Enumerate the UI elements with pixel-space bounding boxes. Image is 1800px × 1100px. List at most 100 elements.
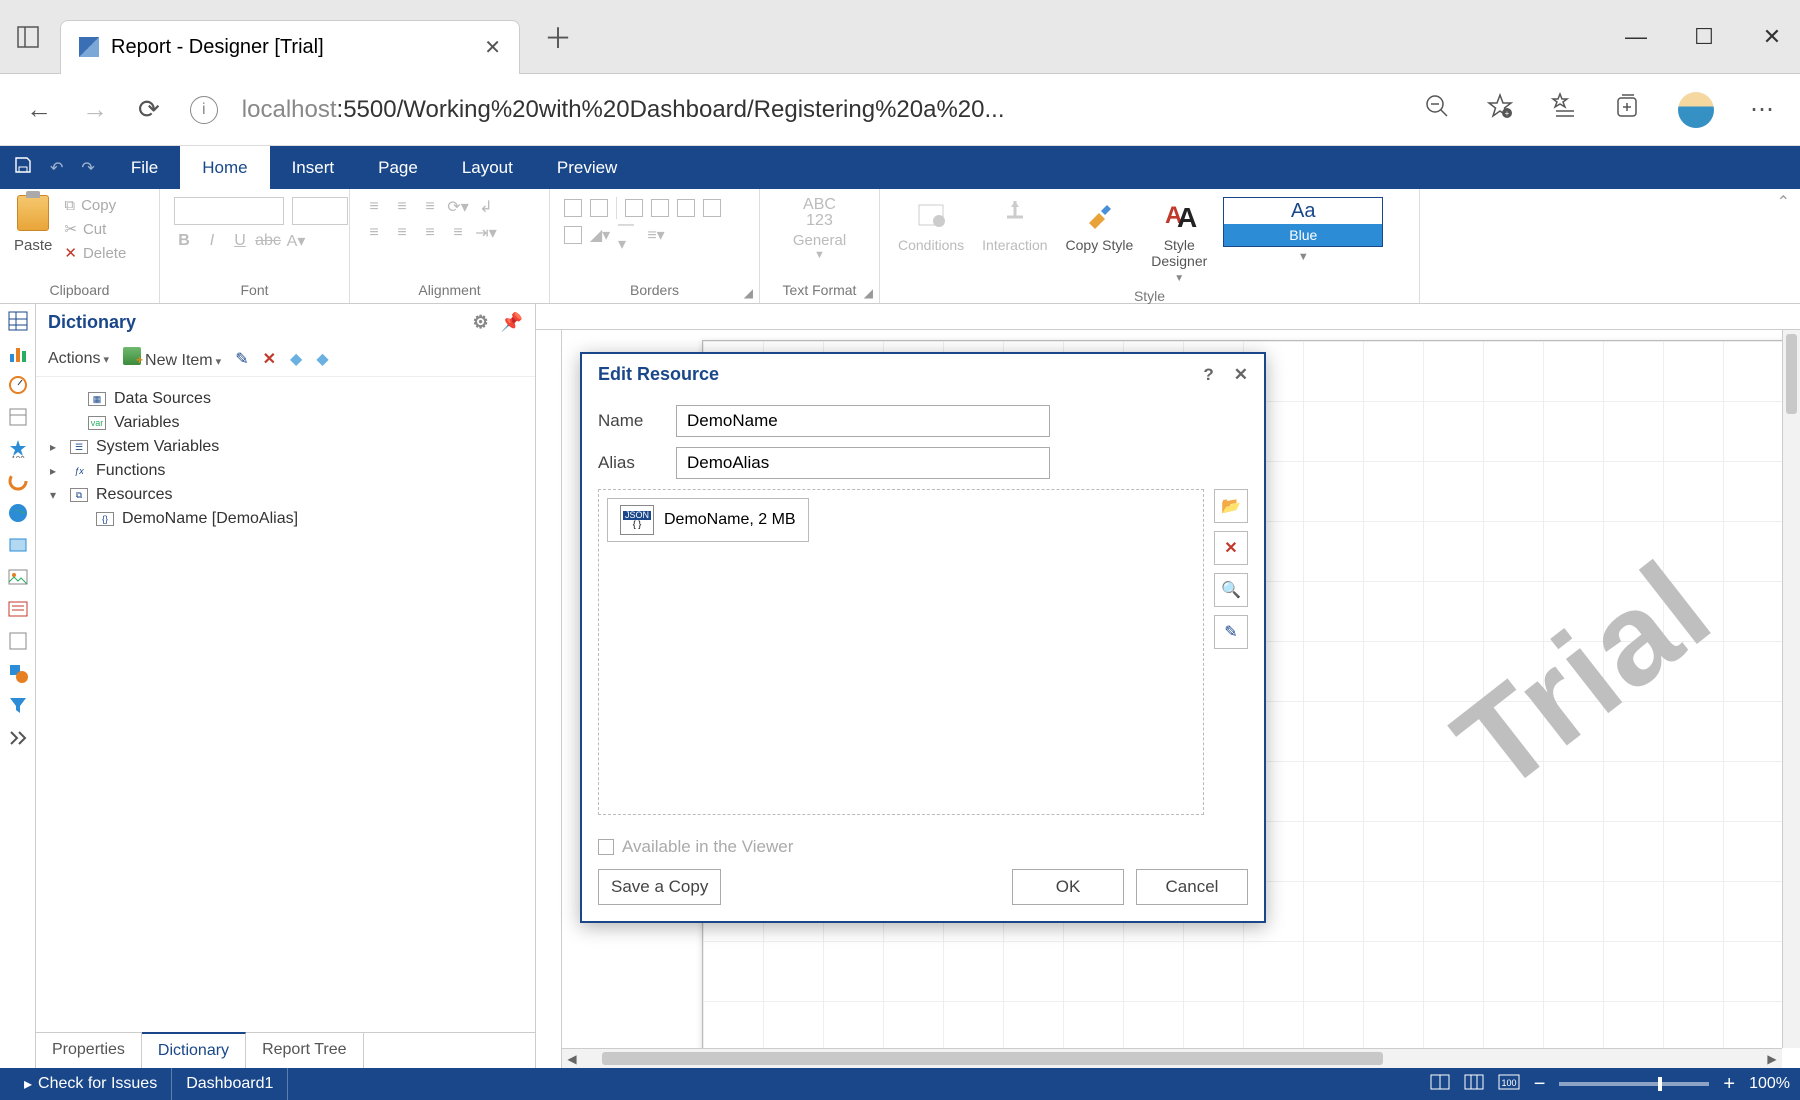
dialog-close-button[interactable]: ✕ bbox=[1234, 365, 1248, 385]
align-middle-button[interactable]: ≡ bbox=[392, 197, 412, 217]
edit-resource-button[interactable]: ✎ bbox=[1214, 615, 1248, 649]
tab-insert[interactable]: Insert bbox=[270, 146, 357, 189]
tree-data-sources[interactable]: ▦Data Sources bbox=[50, 387, 521, 411]
border-all-button[interactable] bbox=[564, 199, 582, 217]
panel-tab-reporttree[interactable]: Report Tree bbox=[246, 1033, 363, 1068]
profile-avatar[interactable] bbox=[1678, 92, 1714, 128]
actions-dropdown[interactable]: Actions bbox=[48, 350, 109, 368]
border-top-button[interactable] bbox=[651, 199, 669, 217]
tool-onlinemap-icon[interactable] bbox=[7, 534, 29, 556]
redo-button[interactable]: ↷ bbox=[81, 158, 94, 178]
zoom-out-icon[interactable] bbox=[1424, 93, 1450, 126]
text-format-button[interactable]: ABC123 General ▼ bbox=[768, 193, 871, 282]
border-left-button[interactable] bbox=[625, 199, 643, 217]
tool-gauge-icon[interactable] bbox=[7, 374, 29, 396]
dict-edit-icon[interactable]: ✎ bbox=[235, 349, 248, 369]
scroll-right-icon[interactable]: ▶ bbox=[1762, 1049, 1782, 1068]
tree-variables[interactable]: varVariables bbox=[50, 411, 521, 435]
save-button[interactable] bbox=[14, 156, 32, 179]
copy-button[interactable]: ⧉Copy bbox=[64, 197, 126, 214]
view-mode-3-icon[interactable]: 100 bbox=[1498, 1074, 1520, 1095]
wrap-button[interactable]: ↲ bbox=[476, 197, 496, 217]
favorite-button[interactable]: + bbox=[1486, 92, 1514, 127]
align-bottom-button[interactable]: ≡ bbox=[420, 197, 440, 217]
check-issues-button[interactable]: ▸Check for Issues bbox=[10, 1068, 172, 1100]
tab-file[interactable]: File bbox=[109, 146, 180, 189]
border-right-button[interactable] bbox=[677, 199, 695, 217]
tree-functions[interactable]: ▸ƒxFunctions bbox=[50, 459, 521, 483]
undo-button[interactable]: ↶ bbox=[50, 158, 63, 178]
browser-tab[interactable]: Report - Designer [Trial] ✕ bbox=[60, 20, 520, 74]
interaction-button[interactable]: Interaction bbox=[982, 197, 1047, 253]
panel-tab-properties[interactable]: Properties bbox=[36, 1033, 142, 1068]
tab-home[interactable]: Home bbox=[180, 146, 269, 189]
tree-system-variables[interactable]: ▸☰System Variables bbox=[50, 435, 521, 459]
status-dashboard[interactable]: Dashboard1 bbox=[172, 1068, 288, 1100]
panel-tab-dictionary[interactable]: Dictionary bbox=[142, 1032, 246, 1068]
dict-pin-icon[interactable]: 📌 bbox=[501, 312, 523, 333]
border-style-button[interactable]: ≡▾ bbox=[646, 225, 666, 245]
zoom-out-button[interactable]: − bbox=[1534, 1073, 1546, 1096]
style-swatch[interactable]: Aa Blue bbox=[1223, 197, 1383, 247]
tool-progress-icon[interactable] bbox=[7, 470, 29, 492]
tool-regionmap-icon[interactable] bbox=[7, 502, 29, 524]
tool-text-icon[interactable] bbox=[7, 598, 29, 620]
new-tab-button[interactable]: ＋ bbox=[544, 17, 572, 57]
cut-button[interactable]: ✂Cut bbox=[64, 220, 126, 238]
font-size-select[interactable] bbox=[292, 197, 348, 225]
font-color-button[interactable]: A▾ bbox=[286, 231, 306, 251]
tool-indicator-icon[interactable] bbox=[7, 406, 29, 428]
close-tab-button[interactable]: ✕ bbox=[484, 35, 501, 60]
underline-button[interactable]: U bbox=[230, 231, 250, 251]
dict-delete-icon[interactable]: ✕ bbox=[263, 349, 276, 369]
dict-up-icon[interactable]: ◆ bbox=[290, 349, 302, 369]
font-family-select[interactable] bbox=[174, 197, 284, 225]
shadow-button[interactable] bbox=[564, 226, 582, 244]
cancel-button[interactable]: Cancel bbox=[1136, 869, 1248, 905]
vertical-scrollbar[interactable] bbox=[1782, 330, 1800, 1048]
refresh-button[interactable]: ⟳ bbox=[138, 94, 160, 125]
copy-style-button[interactable]: Copy Style bbox=[1066, 197, 1134, 253]
forward-button[interactable]: → bbox=[82, 94, 108, 125]
rotate-button[interactable]: ⟳▾ bbox=[448, 197, 468, 217]
strike-button[interactable]: abc bbox=[258, 231, 278, 251]
tree-resources[interactable]: ▾⧉Resources bbox=[50, 483, 521, 507]
ribbon-collapse-button[interactable]: ⌃ bbox=[1777, 192, 1790, 297]
ok-button[interactable]: OK bbox=[1012, 869, 1124, 905]
name-input[interactable] bbox=[676, 405, 1050, 437]
tool-image-icon[interactable] bbox=[7, 566, 29, 588]
border-bottom-button[interactable] bbox=[703, 199, 721, 217]
indent-button[interactable]: ⇥▾ bbox=[476, 223, 496, 243]
collections-button[interactable] bbox=[1614, 92, 1642, 127]
delete-button[interactable]: ✕Delete bbox=[64, 244, 126, 262]
align-left-button[interactable]: ≡ bbox=[364, 223, 384, 243]
tab-overview-button[interactable] bbox=[8, 17, 48, 57]
view-mode-2-icon[interactable] bbox=[1464, 1074, 1484, 1095]
conditions-button[interactable]: Conditions bbox=[898, 197, 964, 253]
maximize-button[interactable]: ☐ bbox=[1684, 24, 1724, 50]
style-designer-button[interactable]: AA Style Designer ▼ bbox=[1151, 197, 1207, 284]
align-top-button[interactable]: ≡ bbox=[364, 197, 384, 217]
fill-color-button[interactable]: ◢▾ bbox=[590, 225, 610, 245]
tool-setup-icon[interactable] bbox=[7, 726, 29, 748]
border-color-button[interactable]: —▾ bbox=[618, 225, 638, 245]
textformat-launcher-icon[interactable]: ◢ bbox=[864, 286, 873, 300]
view-resource-button[interactable]: 🔍 bbox=[1214, 573, 1248, 607]
zoom-in-button[interactable]: + bbox=[1723, 1073, 1735, 1096]
align-justify-button[interactable]: ≡ bbox=[448, 223, 468, 243]
site-info-icon[interactable]: i bbox=[190, 96, 218, 124]
tool-table-icon[interactable] bbox=[7, 310, 29, 332]
view-mode-1-icon[interactable] bbox=[1430, 1074, 1450, 1095]
scroll-left-icon[interactable]: ◀ bbox=[562, 1049, 582, 1068]
resource-chip[interactable]: JSON{ } DemoName, 2 MB bbox=[607, 498, 809, 542]
more-button[interactable]: ⋯ bbox=[1750, 95, 1774, 124]
zoom-slider[interactable] bbox=[1559, 1082, 1709, 1086]
tab-page[interactable]: Page bbox=[356, 146, 440, 189]
tool-filter-icon[interactable] bbox=[7, 694, 29, 716]
bold-button[interactable]: B bbox=[174, 231, 194, 251]
dict-settings-icon[interactable]: ⚙ bbox=[472, 312, 488, 333]
save-copy-button[interactable]: Save a Copy bbox=[598, 869, 721, 905]
dialog-help-button[interactable]: ? bbox=[1203, 365, 1213, 385]
tool-shape-icon[interactable] bbox=[7, 662, 29, 684]
available-viewer-checkbox[interactable] bbox=[598, 839, 614, 855]
